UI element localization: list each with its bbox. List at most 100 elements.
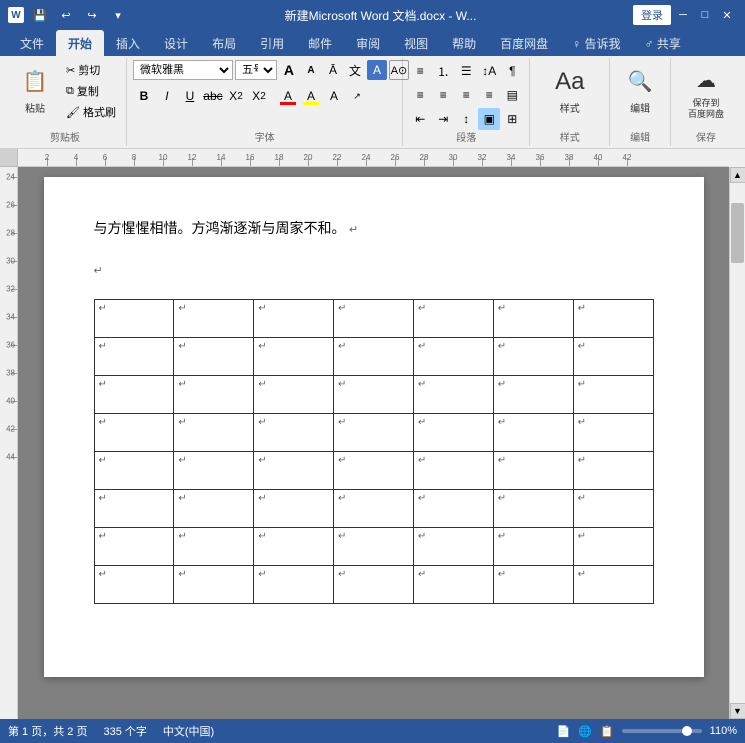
outline-btn[interactable]: ☰ (455, 60, 477, 82)
sort-btn[interactable]: ↕A (478, 60, 500, 82)
baidu-save-button[interactable]: ☁ 保存到百度网盘 (676, 60, 736, 124)
tab-view[interactable]: 视图 (392, 30, 440, 56)
style-button[interactable]: Aa 样式 (545, 60, 595, 120)
table-cell[interactable]: ↵ (493, 338, 573, 376)
align-right-btn[interactable]: ≡ (455, 84, 477, 106)
table-cell[interactable]: ↵ (493, 300, 573, 338)
font-color2-btn[interactable]: A (323, 85, 345, 107)
scroll-up-btn[interactable]: ▲ (730, 167, 745, 183)
table-cell[interactable]: ↵ (94, 338, 174, 376)
zoom-slider[interactable] (622, 729, 702, 733)
edit-button[interactable]: 🔍 编辑 (615, 60, 665, 120)
table-cell[interactable]: ↵ (493, 566, 573, 604)
bold-button[interactable]: B (133, 85, 155, 107)
format-paint-button[interactable]: 🖌 格式刷 (62, 102, 120, 122)
subscript-button[interactable]: X2 (225, 85, 247, 107)
table-cell[interactable]: ↵ (334, 376, 414, 414)
show-hide-btn[interactable]: ¶ (501, 60, 523, 82)
table-cell[interactable]: ↵ (334, 490, 414, 528)
table-cell[interactable]: ↵ (94, 300, 174, 338)
align-center-btn[interactable]: ≡ (432, 84, 454, 106)
table-cell[interactable]: ↵ (254, 490, 334, 528)
redo-btn[interactable]: ↪ (82, 5, 102, 25)
copy-button[interactable]: ⧉ 复制 (62, 81, 120, 101)
table-cell[interactable]: ↵ (573, 566, 653, 604)
align-left-btn[interactable]: ≡ (409, 84, 431, 106)
tab-layout[interactable]: 布局 (200, 30, 248, 56)
table-cell[interactable]: ↵ (94, 566, 174, 604)
table-cell[interactable]: ↵ (493, 414, 573, 452)
word-table[interactable]: ↵↵↵↵↵↵↵↵↵↵↵↵↵↵↵↵↵↵↵↵↵↵↵↵↵↵↵↵↵↵↵↵↵↵↵↵↵↵↵↵… (94, 299, 654, 604)
table-cell[interactable]: ↵ (174, 566, 254, 604)
number-list-btn[interactable]: ⒈ (432, 60, 454, 82)
table-cell[interactable]: ↵ (94, 376, 174, 414)
document-content-area[interactable]: 与方惺惺相惜。方鸿渐逐渐与周家不和。 ↵ ↵ ↵↵↵↵↵↵↵↵↵↵↵↵↵↵↵↵↵… (18, 167, 729, 719)
table-cell[interactable]: ↵ (174, 414, 254, 452)
table-cell[interactable]: ↵ (94, 452, 174, 490)
table-cell[interactable]: ↵ (413, 338, 493, 376)
table-cell[interactable]: ↵ (493, 376, 573, 414)
table-cell[interactable]: ↵ (334, 338, 414, 376)
table-cell[interactable]: ↵ (254, 338, 334, 376)
table-cell[interactable]: ↵ (174, 300, 254, 338)
scroll-down-btn[interactable]: ▼ (730, 703, 745, 719)
table-cell[interactable]: ↵ (254, 452, 334, 490)
table-cell[interactable]: ↵ (254, 300, 334, 338)
table-cell[interactable]: ↵ (413, 528, 493, 566)
scroll-thumb[interactable] (731, 203, 744, 263)
scroll-track[interactable] (730, 183, 745, 703)
font-size-up-btn[interactable]: A (279, 60, 299, 80)
table-cell[interactable]: ↵ (573, 338, 653, 376)
view-web-icon[interactable]: 🌐 (578, 725, 592, 738)
tab-design[interactable]: 设计 (152, 30, 200, 56)
indent-dec-btn[interactable]: ⇤ (409, 108, 431, 130)
tab-insert[interactable]: 插入 (104, 30, 152, 56)
superscript-button[interactable]: X2 (248, 85, 270, 107)
table-cell[interactable]: ↵ (493, 528, 573, 566)
cut-button[interactable]: ✂ 剪切 (62, 60, 120, 80)
tab-home[interactable]: 开始 (56, 30, 104, 56)
tab-share[interactable]: ♂ 共享 (633, 30, 693, 56)
restore-btn[interactable]: □ (695, 5, 715, 25)
table-cell[interactable]: ↵ (174, 528, 254, 566)
login-button[interactable]: 登录 (633, 5, 671, 25)
table-cell[interactable]: ↵ (413, 300, 493, 338)
tab-search[interactable]: ♀ 告诉我 (560, 30, 632, 56)
table-cell[interactable]: ↵ (413, 376, 493, 414)
document-page[interactable]: 与方惺惺相惜。方鸿渐逐渐与周家不和。 ↵ ↵ ↵↵↵↵↵↵↵↵↵↵↵↵↵↵↵↵↵… (44, 177, 704, 677)
table-cell[interactable]: ↵ (334, 452, 414, 490)
indent-inc-btn[interactable]: ⇥ (432, 108, 454, 130)
table-cell[interactable]: ↵ (413, 490, 493, 528)
table-cell[interactable]: ↵ (334, 414, 414, 452)
font-dialog-btn[interactable]: ↗ (346, 85, 368, 107)
table-cell[interactable]: ↵ (413, 452, 493, 490)
view-read-icon[interactable]: 📋 (600, 725, 614, 738)
underline-button[interactable]: U (179, 85, 201, 107)
table-cell[interactable]: ↵ (254, 376, 334, 414)
table-cell[interactable]: ↵ (573, 300, 653, 338)
table-cell[interactable]: ↵ (254, 566, 334, 604)
highlight-btn[interactable]: A (300, 85, 322, 107)
table-cell[interactable]: ↵ (573, 452, 653, 490)
table-cell[interactable]: ↵ (573, 414, 653, 452)
paragraph-1[interactable]: 与方惺惺相惜。方鸿渐逐渐与周家不和。 ↵ (94, 217, 654, 242)
table-cell[interactable]: ↵ (334, 528, 414, 566)
table-cell[interactable]: ↵ (493, 490, 573, 528)
table-cell[interactable]: ↵ (174, 376, 254, 414)
view-print-icon[interactable]: 📄 (557, 725, 571, 738)
table-cell[interactable]: ↵ (174, 490, 254, 528)
table-cell[interactable]: ↵ (94, 414, 174, 452)
border-btn[interactable]: ⊞ (501, 108, 523, 130)
table-cell[interactable]: ↵ (493, 452, 573, 490)
column-btn[interactable]: ▤ (501, 84, 523, 106)
tab-mailings[interactable]: 邮件 (296, 30, 344, 56)
right-scrollbar[interactable]: ▲ ▼ (729, 167, 745, 719)
clear-format-btn[interactable]: Ā (323, 60, 343, 80)
tab-help[interactable]: 帮助 (440, 30, 488, 56)
minimize-btn[interactable]: ─ (673, 5, 693, 25)
table-cell[interactable]: ↵ (94, 490, 174, 528)
table-cell[interactable]: ↵ (334, 566, 414, 604)
table-cell[interactable]: ↵ (413, 566, 493, 604)
table-cell[interactable]: ↵ (573, 376, 653, 414)
paste-button[interactable]: 📋 粘贴 (10, 60, 60, 120)
